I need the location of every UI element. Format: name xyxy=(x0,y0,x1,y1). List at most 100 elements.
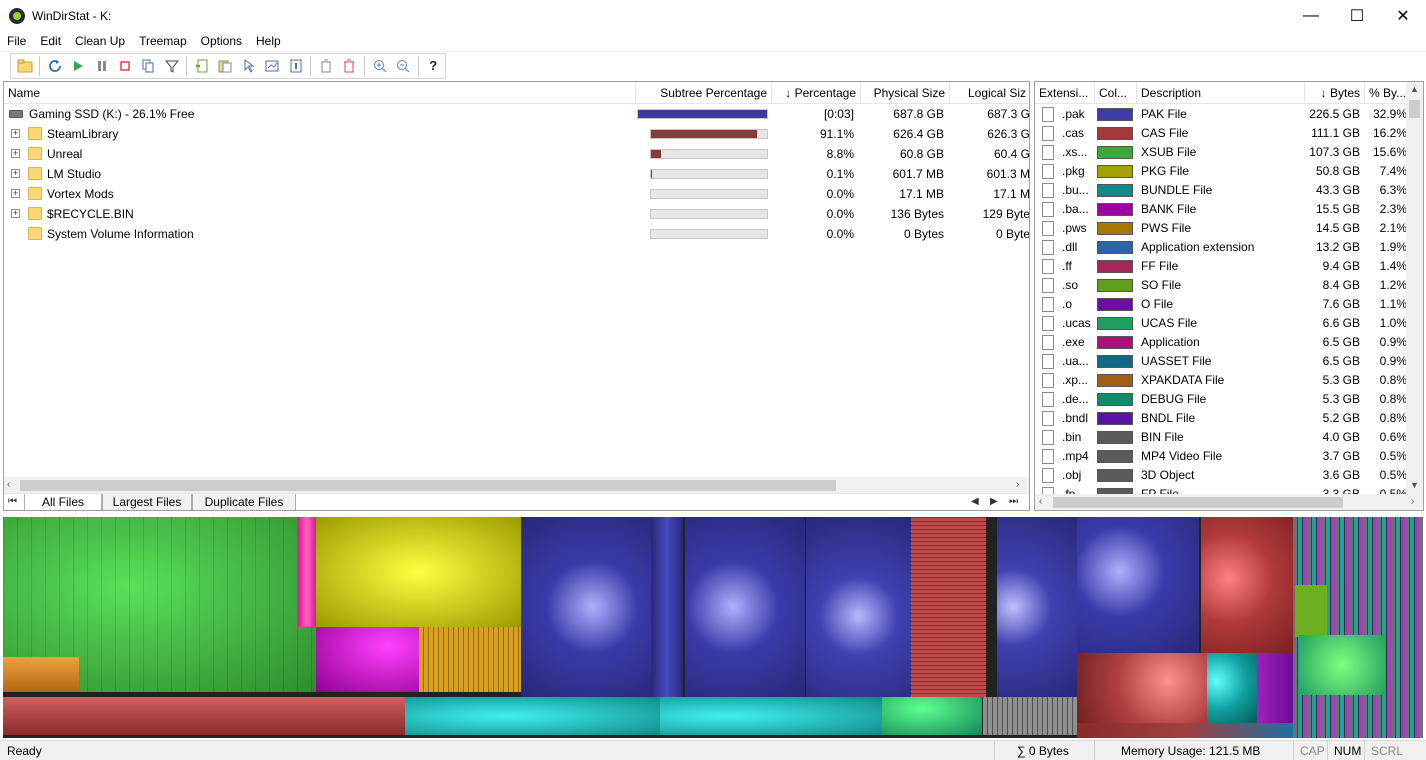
menu-edit[interactable]: Edit xyxy=(33,31,68,51)
stop-icon[interactable] xyxy=(113,55,136,77)
zoom-out-icon[interactable] xyxy=(391,55,414,77)
treemap-block[interactable] xyxy=(997,517,1077,697)
extension-row[interactable]: .de... DEBUG File 5.3 GB 0.8% xyxy=(1035,390,1407,409)
close-button[interactable]: ✕ xyxy=(1380,0,1426,31)
extension-scrollbar-thumb[interactable] xyxy=(1409,100,1420,118)
tab-first-icon[interactable]: ⏮ xyxy=(8,496,17,507)
treemap-block[interactable] xyxy=(298,517,316,627)
treemap-block[interactable] xyxy=(1295,585,1327,637)
menu-clean-up[interactable]: Clean Up xyxy=(68,31,132,51)
menu-help[interactable]: Help xyxy=(249,31,288,51)
play-icon[interactable] xyxy=(67,55,90,77)
extension-row[interactable]: .dll Application extension 13.2 GB 1.9% xyxy=(1035,238,1407,257)
extension-row[interactable]: .mp4 MP4 Video File 3.7 GB 0.5% xyxy=(1035,447,1407,466)
extension-row[interactable]: .exe Application 6.5 GB 0.9% xyxy=(1035,333,1407,352)
extension-row[interactable]: .ucas UCAS File 6.6 GB 1.0% xyxy=(1035,314,1407,333)
treemap-block[interactable] xyxy=(1299,635,1385,695)
treemap-block[interactable] xyxy=(806,517,911,697)
delete-permanent-icon[interactable] xyxy=(338,55,361,77)
extension-row[interactable]: .xs... XSUB File 107.3 GB 15.6% xyxy=(1035,143,1407,162)
tab-prev-icon[interactable]: ◀ xyxy=(971,496,979,507)
extension-row[interactable]: .bin BIN File 4.0 GB 0.6% xyxy=(1035,428,1407,447)
treemap-block[interactable] xyxy=(911,517,986,697)
extension-row[interactable]: .o O File 7.6 GB 1.1% xyxy=(1035,295,1407,314)
extension-vertical-scrollbar[interactable]: ▲ ▼ xyxy=(1406,82,1423,494)
extension-row[interactable]: .bu... BUNDLE File 43.3 GB 6.3% xyxy=(1035,181,1407,200)
tab-next-icon[interactable]: ▶ xyxy=(990,496,998,507)
pause-icon[interactable] xyxy=(90,55,113,77)
extension-hscrollbar-thumb[interactable] xyxy=(1053,497,1343,508)
tree-scrollbar-thumb[interactable] xyxy=(20,480,836,491)
zoom-in-icon[interactable] xyxy=(368,55,391,77)
extension-row[interactable]: .bndl BNDL File 5.2 GB 0.8% xyxy=(1035,409,1407,428)
scroll-right-arrow-icon[interactable]: › xyxy=(1016,479,1019,490)
menu-options[interactable]: Options xyxy=(194,31,249,51)
treemap-block[interactable] xyxy=(983,697,1077,735)
tree-row[interactable]: + LM Studio 0.1% 601.7 MB 601.3 M xyxy=(4,164,1029,184)
column-color[interactable]: Col... xyxy=(1095,82,1137,104)
treemap-block[interactable] xyxy=(660,697,882,735)
column-extension[interactable]: Extensi... xyxy=(1035,82,1095,104)
filter-icon[interactable] xyxy=(160,55,183,77)
select-icon[interactable] xyxy=(237,55,260,77)
expand-icon[interactable]: + xyxy=(11,209,20,218)
treemap-block[interactable] xyxy=(316,627,419,692)
tab-largest-files[interactable]: Largest Files xyxy=(102,494,192,510)
expand-icon[interactable]: + xyxy=(11,189,20,198)
column-physical-size[interactable]: Physical Size xyxy=(861,82,950,104)
tab-duplicate-files[interactable]: Duplicate Files xyxy=(192,494,296,510)
copy-path-icon[interactable] xyxy=(137,55,160,77)
scroll-down-arrow-icon[interactable]: ▼ xyxy=(1410,480,1419,490)
copy-icon[interactable] xyxy=(214,55,237,77)
open-item-icon[interactable] xyxy=(190,55,213,77)
treemap-block[interactable] xyxy=(405,697,660,735)
treemap-block[interactable] xyxy=(1077,653,1207,723)
treemap[interactable] xyxy=(3,517,1423,738)
extension-row[interactable]: .cas CAS File 111.1 GB 16.2% xyxy=(1035,124,1407,143)
extension-row[interactable]: .so SO File 8.4 GB 1.2% xyxy=(1035,276,1407,295)
menu-file[interactable]: File xyxy=(0,31,33,51)
tree-row[interactable]: + SteamLibrary 91.1% 626.4 GB 626.3 G xyxy=(4,124,1029,144)
extension-row[interactable]: .ua... UASSET File 6.5 GB 0.9% xyxy=(1035,352,1407,371)
tree-row[interactable]: + $RECYCLE.BIN 0.0% 136 Bytes 129 Byte xyxy=(4,204,1029,224)
properties-icon[interactable] xyxy=(261,55,284,77)
refresh-icon[interactable] xyxy=(43,55,66,77)
expand-icon[interactable]: + xyxy=(11,129,20,138)
help-icon[interactable]: ? xyxy=(422,55,445,77)
column-name[interactable]: Name xyxy=(4,82,636,104)
treemap-block[interactable] xyxy=(882,697,982,735)
extension-row[interactable]: .pws PWS File 14.5 GB 2.1% xyxy=(1035,219,1407,238)
delete-icon[interactable] xyxy=(314,55,337,77)
treemap-block[interactable] xyxy=(1201,517,1293,653)
extension-row[interactable]: .pak PAK File 226.5 GB 32.9% xyxy=(1035,105,1407,124)
column-percentage[interactable]: ↓ Percentage xyxy=(772,82,861,104)
maximize-button[interactable]: ☐ xyxy=(1334,0,1380,31)
scroll-up-arrow-icon[interactable]: ▲ xyxy=(1410,84,1419,94)
ext-scroll-left-arrow-icon[interactable]: ‹ xyxy=(1039,496,1042,507)
tree-horizontal-scrollbar[interactable]: ‹ › xyxy=(4,477,1029,494)
expand-icon[interactable]: + xyxy=(11,149,20,158)
treemap-block[interactable] xyxy=(3,697,405,735)
scroll-left-arrow-icon[interactable]: ‹ xyxy=(7,479,10,490)
column-bytes[interactable]: ↓ Bytes xyxy=(1305,82,1365,104)
extension-row[interactable]: .xp... XPAKDATA File 5.3 GB 0.8% xyxy=(1035,371,1407,390)
treemap-block[interactable] xyxy=(685,517,805,697)
tab-last-icon[interactable]: ⏭ xyxy=(1009,496,1018,507)
treemap-block[interactable] xyxy=(651,517,683,697)
column-subtree-percentage[interactable]: Subtree Percentage xyxy=(636,82,772,104)
extension-row[interactable]: .pkg PKG File 50.8 GB 7.4% xyxy=(1035,162,1407,181)
extension-row[interactable]: .obj 3D Object 3.6 GB 0.5% xyxy=(1035,466,1407,485)
open-icon[interactable] xyxy=(13,55,36,77)
treemap-block[interactable] xyxy=(1077,517,1199,653)
minimize-button[interactable]: — xyxy=(1288,0,1334,31)
treemap-block[interactable] xyxy=(1257,653,1293,723)
extension-row[interactable]: .ff FF File 9.4 GB 1.4% xyxy=(1035,257,1407,276)
column-description[interactable]: Description xyxy=(1137,82,1305,104)
treemap-block[interactable] xyxy=(419,627,521,692)
ext-scroll-right-arrow-icon[interactable]: › xyxy=(1411,496,1414,507)
menu-treemap[interactable]: Treemap xyxy=(132,31,194,51)
extension-row[interactable]: .ba... BANK File 15.5 GB 2.3% xyxy=(1035,200,1407,219)
treemap-block[interactable] xyxy=(3,657,79,692)
treemap-block[interactable] xyxy=(521,517,651,697)
tree-row[interactable]: + Unreal 8.8% 60.8 GB 60.4 G xyxy=(4,144,1029,164)
